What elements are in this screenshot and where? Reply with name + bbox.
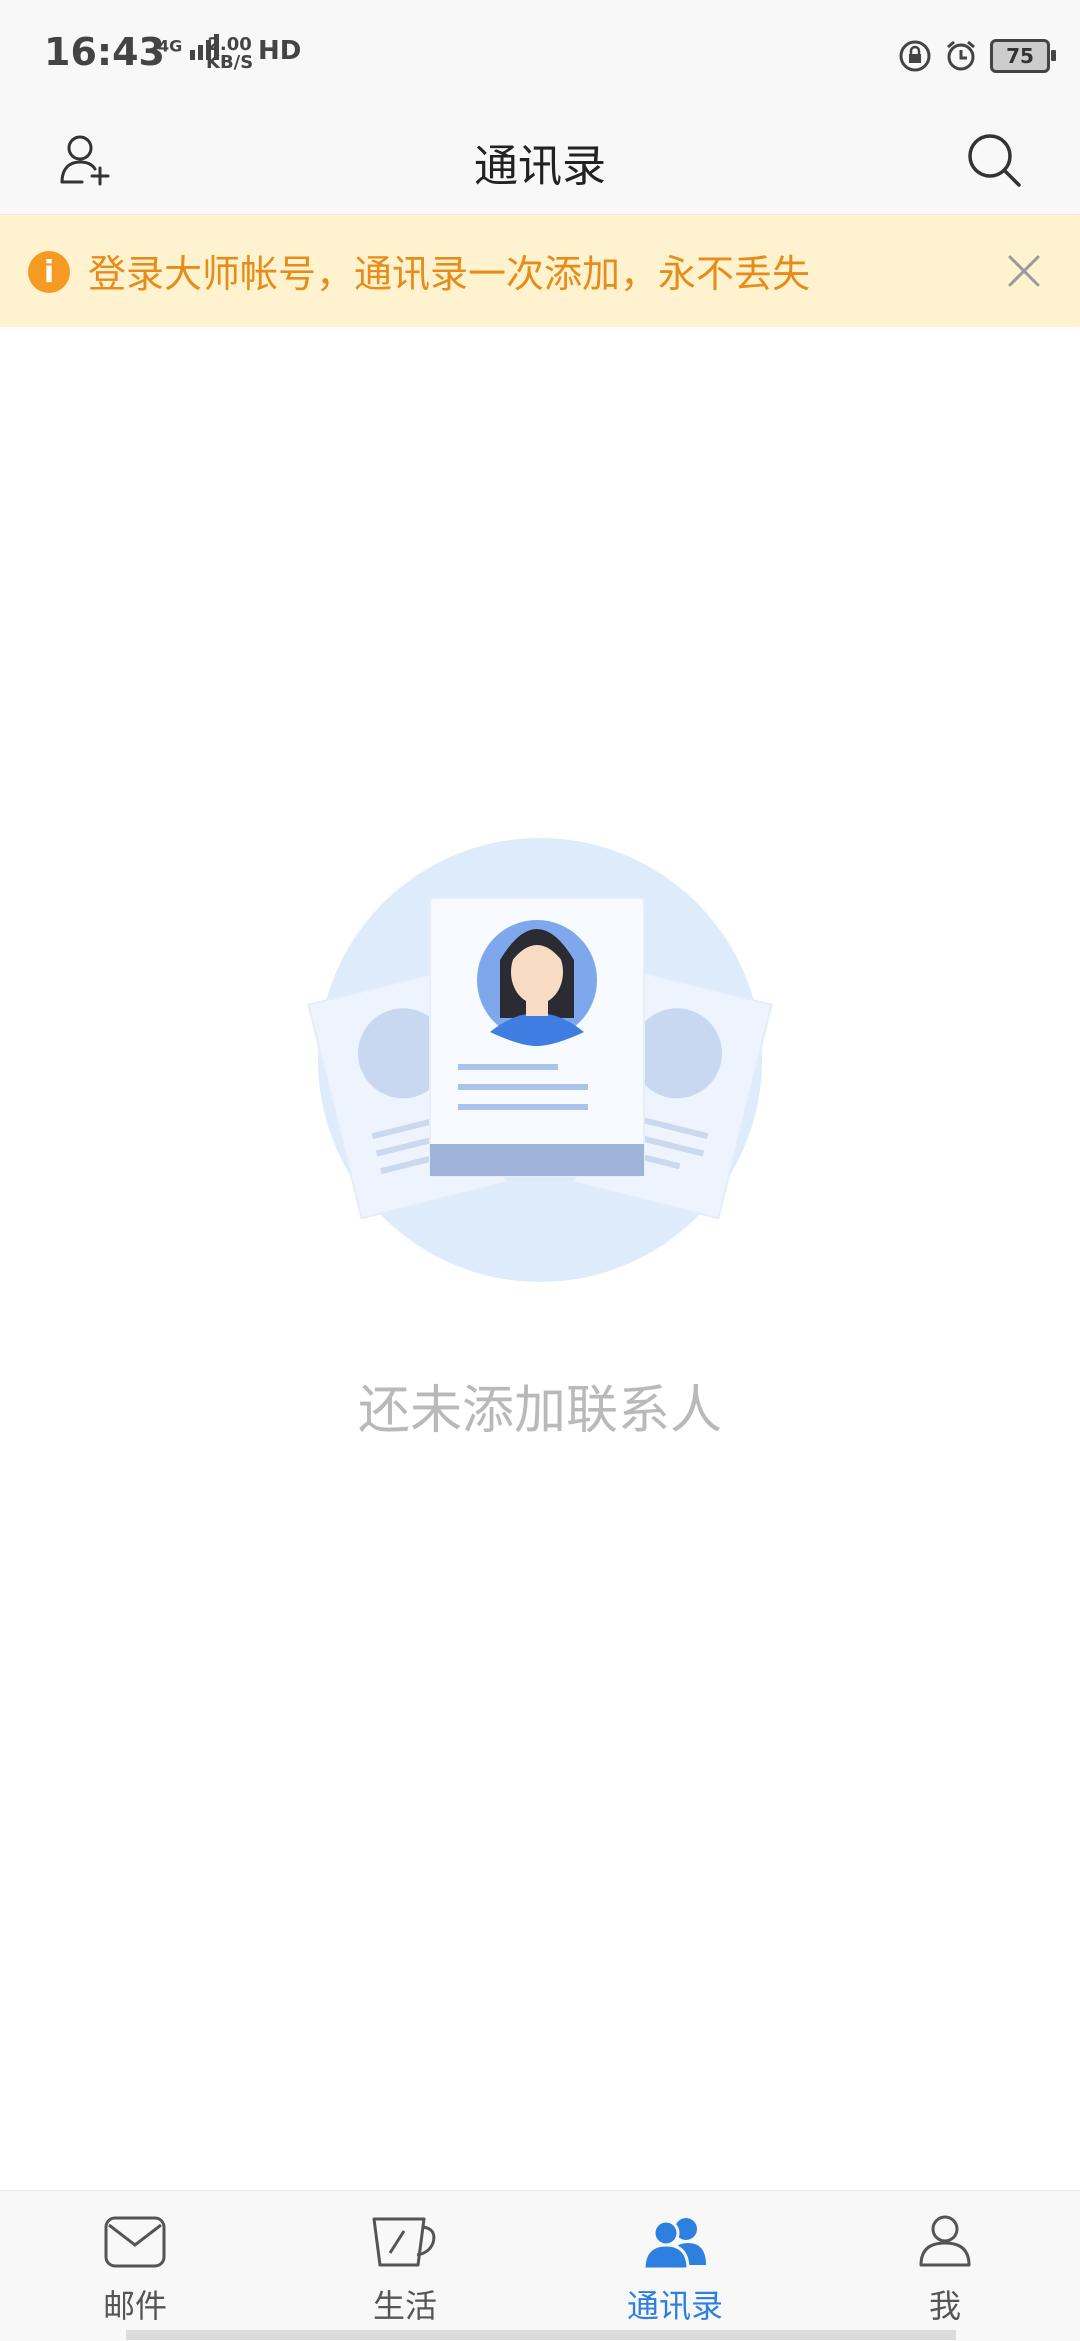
banner-text: 登录大师帐号，通讯录一次添加，永不丢失	[88, 252, 811, 296]
cup-icon	[369, 2211, 441, 2273]
search-icon	[968, 134, 1021, 187]
profile-icon	[909, 2211, 981, 2273]
contacts-icon	[639, 2211, 711, 2273]
nav-life-label: 生活	[372, 2287, 437, 2325]
status-right: 75	[898, 36, 1056, 76]
login-banner[interactable]: i 登录大师帐号，通讯录一次添加，永不丢失	[0, 215, 1080, 327]
close-icon	[1008, 255, 1040, 287]
network-label: 4G	[158, 36, 183, 56]
app-header: 通讯录	[0, 110, 1080, 215]
rotation-lock-icon	[899, 40, 931, 72]
nav-me-label: 我	[928, 2287, 961, 2325]
nav-contacts-label: 通讯录	[626, 2287, 723, 2325]
home-indicator[interactable]	[126, 2330, 956, 2340]
status-bar: 16:43 4G 2.00 KB/S HD 75	[0, 0, 1080, 110]
nav-me[interactable]: 我	[810, 2191, 1080, 2341]
empty-contacts-illustration	[307, 838, 773, 1282]
page-title: 通讯录	[474, 141, 606, 192]
alarm-icon	[947, 40, 975, 71]
nav-mail-label: 邮件	[102, 2287, 167, 2325]
hd-badge: HD	[258, 36, 302, 66]
battery-indicator: 75	[990, 39, 1056, 73]
nav-life[interactable]: 生活	[270, 2191, 540, 2341]
nav-mail[interactable]: 邮件	[0, 2191, 270, 2341]
speed-unit: KB/S	[206, 52, 254, 73]
bottom-navigation: 邮件 生活 通讯录 我	[0, 2190, 1080, 2341]
network-speed: 2.00 KB/S	[206, 36, 253, 72]
status-time: 16:43	[44, 30, 165, 74]
mail-icon	[99, 2211, 171, 2273]
search-button[interactable]	[954, 120, 1034, 200]
info-icon: i	[28, 251, 70, 293]
nav-contacts[interactable]: 通讯录	[540, 2191, 810, 2341]
empty-state-text: 还未添加联系人	[357, 1381, 722, 1441]
banner-close-button[interactable]	[990, 237, 1058, 305]
